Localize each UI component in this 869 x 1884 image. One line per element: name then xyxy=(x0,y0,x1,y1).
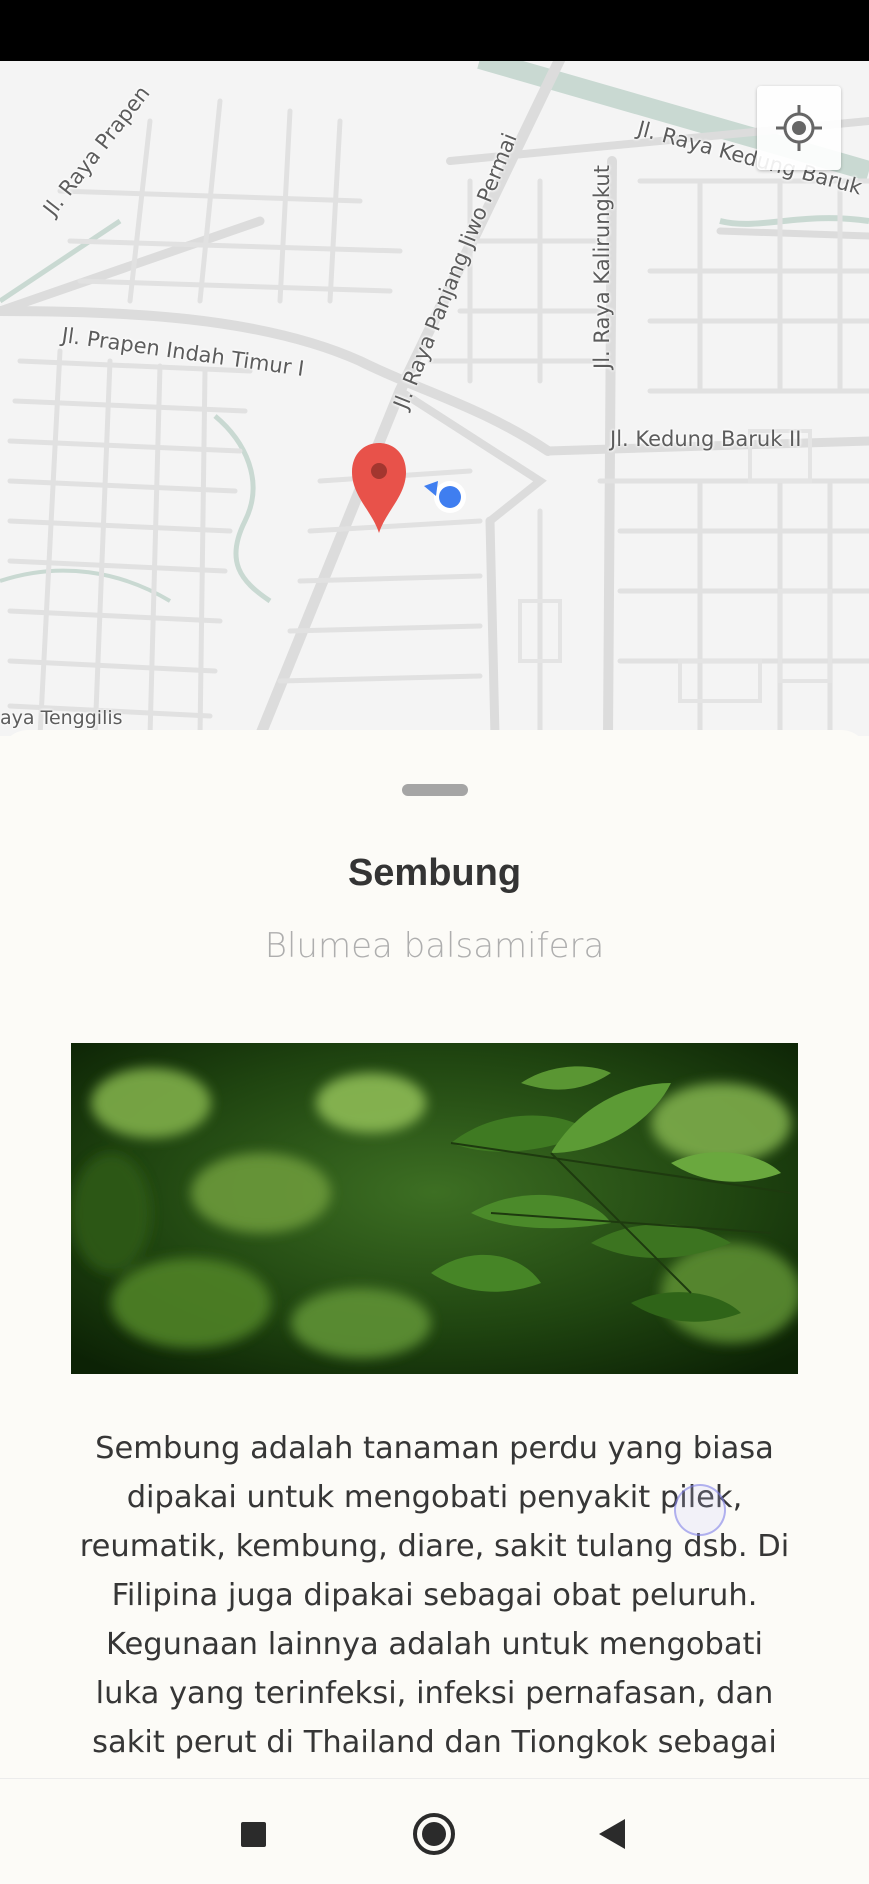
plant-name: Sembung xyxy=(347,852,522,894)
road-label-kedung-baruk-ii: Jl. Kedung Baruk II xyxy=(610,427,802,451)
touch-indicator xyxy=(674,1484,726,1536)
plant-description: Sembung adalah tanaman perdu yang biasa … xyxy=(79,1431,790,1778)
home-button[interactable] xyxy=(409,1809,459,1859)
square-icon xyxy=(241,1822,266,1847)
status-bar xyxy=(0,0,869,61)
road-label-tenggilis: aya Tenggilis xyxy=(0,707,123,729)
user-location-dot xyxy=(439,486,461,508)
my-location-icon xyxy=(776,105,822,151)
back-button[interactable] xyxy=(588,1809,638,1859)
plant-detail-sheet[interactable]: Sembung Blumea balsamifera Sembung adala… xyxy=(0,730,869,1778)
road-label-kalirungkut: Jl. Raya Kalirungkut xyxy=(590,165,614,369)
triangle-back-icon xyxy=(599,1819,625,1849)
recents-button[interactable] xyxy=(228,1809,278,1859)
circle-icon xyxy=(413,1813,455,1855)
place-marker-icon[interactable] xyxy=(352,443,406,533)
navigation-bar xyxy=(0,1778,869,1884)
plant-latin-name: Blumea balsamifera xyxy=(264,926,605,966)
sheet-drag-handle[interactable] xyxy=(402,784,468,796)
plant-image xyxy=(71,1043,798,1374)
map-view[interactable]: Jl. Raya Prapen Jl. Raya Kedung Baruk Jl… xyxy=(0,61,869,736)
my-location-button[interactable] xyxy=(757,86,841,170)
